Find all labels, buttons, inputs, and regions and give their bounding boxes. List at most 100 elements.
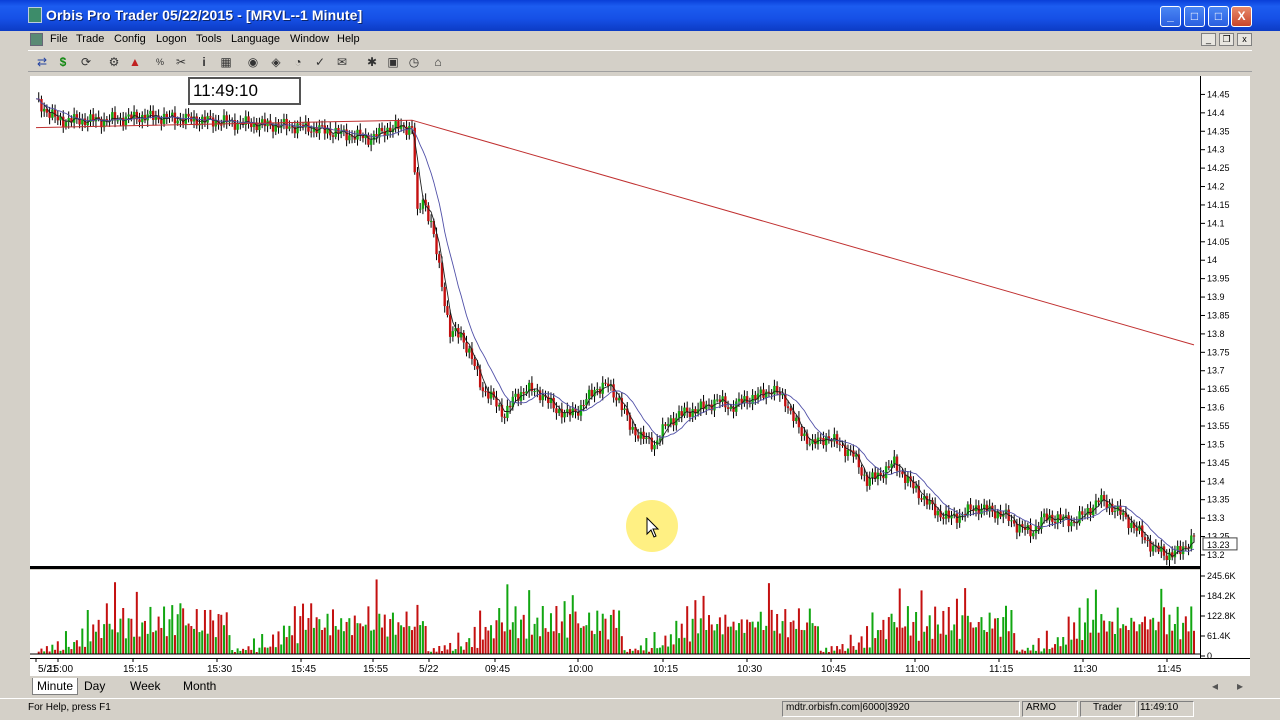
scissors-icon[interactable]: ✂ xyxy=(173,54,189,70)
volume-bar xyxy=(672,644,675,654)
mdi-close-button[interactable]: x xyxy=(1237,33,1252,46)
candle-body xyxy=(884,466,888,479)
tab-month[interactable]: Month xyxy=(179,678,220,695)
volume-bar xyxy=(487,630,490,654)
volume-bar xyxy=(190,626,193,654)
title-bar[interactable]: Orbis Pro Trader 05/22/2015 - [MRVL--1 M… xyxy=(0,0,1280,31)
restore-button[interactable]: □ xyxy=(1208,6,1229,27)
volume-bar xyxy=(304,629,307,654)
scroll-right-button[interactable]: ▸ xyxy=(1233,678,1247,695)
volume-bar xyxy=(498,608,501,654)
menu-logon[interactable]: Logon xyxy=(156,33,187,45)
menu-help[interactable]: Help xyxy=(337,33,360,45)
volume-bar xyxy=(40,648,43,654)
volume-bar xyxy=(1013,633,1016,654)
volume-bar xyxy=(1119,628,1122,654)
candle-body xyxy=(380,127,384,131)
volume-bar xyxy=(280,644,283,654)
volume-bar xyxy=(1122,624,1125,654)
pie-icon[interactable]: ◔ xyxy=(290,54,306,70)
candle-body xyxy=(759,389,762,394)
volume-bar xyxy=(258,647,261,654)
percent-icon[interactable]: % xyxy=(152,54,168,70)
volume-bar xyxy=(988,612,991,654)
plot-icon[interactable]: ◈ xyxy=(268,54,284,70)
document-icon[interactable] xyxy=(30,33,43,46)
volume-bar xyxy=(879,630,882,654)
candle-body xyxy=(1042,513,1046,518)
tools-icon[interactable] xyxy=(339,54,355,70)
menu-tools[interactable]: Tools xyxy=(196,33,222,45)
clock-icon[interactable]: ▣ xyxy=(385,54,401,70)
candle-body xyxy=(1029,525,1032,537)
tab-day[interactable]: Day xyxy=(80,678,109,695)
volume-chart[interactable] xyxy=(30,570,1200,658)
volume-bar xyxy=(381,627,384,654)
info-icon[interactable]: i xyxy=(196,54,212,70)
close-button[interactable]: X xyxy=(1231,6,1252,27)
volume-bar xyxy=(1015,650,1018,654)
price-chart[interactable] xyxy=(30,76,1200,567)
candle-body xyxy=(271,125,275,132)
volume-bar xyxy=(737,623,740,654)
layout-icon[interactable]: ✱ xyxy=(364,54,380,70)
mdi-minimize-button[interactable]: _ xyxy=(1201,33,1216,46)
volume-bar xyxy=(577,623,580,654)
volume-bar xyxy=(51,644,54,654)
volume-pane[interactable] xyxy=(30,570,1200,658)
tab-week[interactable]: Week xyxy=(126,678,164,695)
candle-body xyxy=(765,391,768,398)
scroll-left-button[interactable]: ◂ xyxy=(1208,678,1222,695)
volume-bar xyxy=(187,623,190,654)
status-user: ARMO xyxy=(1026,702,1056,713)
candle-body xyxy=(124,116,128,126)
volume-bar xyxy=(408,626,411,654)
minimize-button[interactable]: _ xyxy=(1160,6,1181,27)
volume-bar xyxy=(127,618,130,654)
menu-trade[interactable]: Trade xyxy=(76,33,104,45)
menu-language[interactable]: Language xyxy=(231,33,280,45)
candle-body xyxy=(503,416,506,418)
dollar-icon[interactable]: $ xyxy=(55,54,71,70)
menu-config[interactable]: Config xyxy=(114,33,146,45)
price-chart-pane[interactable] xyxy=(30,76,1200,567)
volume-bar xyxy=(996,618,999,654)
volume-bar xyxy=(645,638,648,654)
volume-bar xyxy=(1062,637,1065,654)
home-icon[interactable]: ◷ xyxy=(406,54,422,70)
volume-bar xyxy=(296,643,299,654)
options-icon[interactable]: ⚙ xyxy=(106,54,122,70)
volume-bar xyxy=(312,627,315,654)
volume-bar xyxy=(994,618,997,654)
volume-bar xyxy=(966,615,969,654)
volume-bar xyxy=(54,649,57,654)
currency-icon[interactable]: ⇄ xyxy=(34,54,50,70)
candle-body xyxy=(969,504,972,510)
tab-minute[interactable]: Minute xyxy=(32,678,79,695)
maximize-button[interactable]: □ xyxy=(1184,6,1205,27)
candle-body xyxy=(653,444,656,450)
volume-bar xyxy=(266,647,269,654)
menu-window[interactable]: Window xyxy=(290,33,329,45)
volume-bar xyxy=(411,630,414,654)
menu-file[interactable]: File xyxy=(50,33,68,45)
candle-body xyxy=(508,405,512,408)
volume-bar xyxy=(519,619,522,654)
grid-icon[interactable]: ▦ xyxy=(218,54,234,70)
y-tick-label: 14.35 xyxy=(1207,126,1230,136)
candle-body xyxy=(841,444,844,446)
candle-body xyxy=(596,388,599,390)
mdi-restore-button[interactable]: ❐ xyxy=(1219,33,1234,46)
candle-body xyxy=(367,134,370,145)
refresh-icon[interactable]: ⟳ xyxy=(78,54,94,70)
candle-body xyxy=(942,517,945,519)
pane-separator[interactable] xyxy=(30,566,1200,569)
chart-up-icon[interactable]: ▲ xyxy=(127,54,143,70)
candle-body xyxy=(48,112,51,118)
check-icon[interactable]: ✓ xyxy=(312,54,328,70)
volume-bar xyxy=(1157,621,1160,654)
eye-icon[interactable]: ◉ xyxy=(245,54,261,70)
volume-bar xyxy=(1152,617,1155,654)
extra-icon[interactable]: ⌂ xyxy=(430,54,446,70)
volume-bar xyxy=(149,606,152,654)
